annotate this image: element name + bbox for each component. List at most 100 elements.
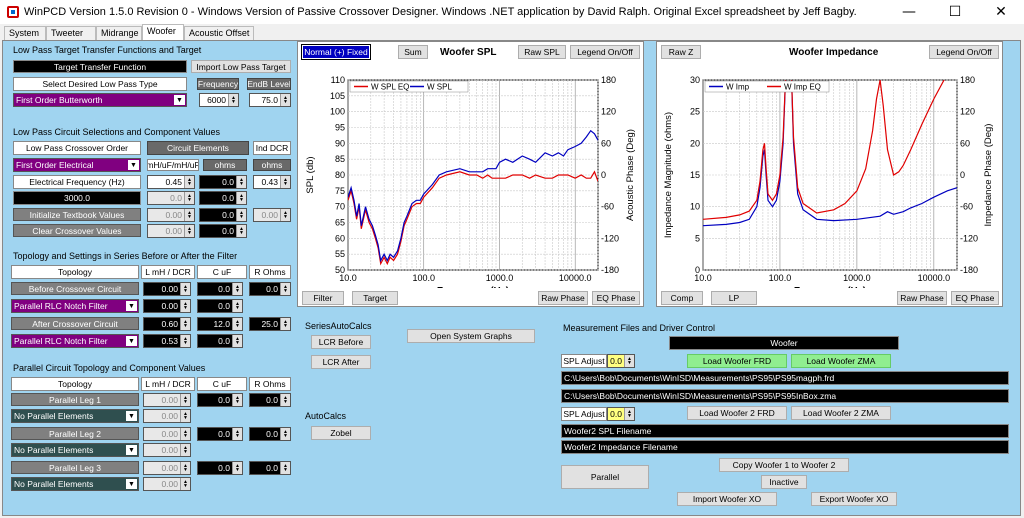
leg2-l-input[interactable]: 0.00 ▲ ▼ (143, 427, 191, 441)
lcr-after-button[interactable]: LCR After (311, 355, 371, 369)
spinner-icon[interactable]: ▲ ▼ (232, 462, 242, 474)
spl-eq-phase-button[interactable]: EQ Phase (592, 291, 640, 305)
ohms-button[interactable]: ohms (203, 159, 247, 171)
target-level-input[interactable]: 75.0 ▲ ▼ (249, 93, 291, 107)
imp-legend-toggle-button[interactable]: Legend On/Off (929, 45, 999, 59)
leg1-dcr-input[interactable]: 0.00 ▲ ▼ (143, 409, 191, 423)
copy-woofer-button[interactable]: Copy Woofer 1 to Woofer 2 (719, 458, 849, 472)
spinner-icon[interactable]: ▲ ▼ (180, 410, 190, 422)
tab-woofer[interactable]: Woofer (142, 24, 184, 40)
spl-adjust-input[interactable]: 0.0 ▲ ▼ (607, 354, 635, 368)
target-button[interactable]: Target (352, 291, 398, 305)
import-woofer-xo-button[interactable]: Import Woofer XO (677, 492, 777, 506)
lcr-before-button[interactable]: LCR Before (311, 335, 371, 349)
spinner-icon[interactable]: ▲ ▼ (280, 462, 290, 474)
component-1-input[interactable]: 0.45 ▲ ▼ (147, 175, 195, 189)
spinner-icon[interactable]: ▲ ▼ (180, 444, 190, 456)
leg3-r-input[interactable]: 0.0 ▲ ▼ (249, 461, 291, 475)
spinner-icon[interactable]: ▲ ▼ (236, 192, 246, 204)
notch2-l-input[interactable]: 0.53 ▲ ▼ (143, 334, 191, 348)
leg1-r-input[interactable]: 0.0 ▲ ▼ (249, 393, 291, 407)
spl-legend-toggle-button[interactable]: Legend On/Off (570, 45, 640, 59)
inactive-button[interactable]: Inactive (761, 475, 807, 489)
spl-raw-phase-button[interactable]: Raw Phase (538, 291, 588, 305)
after-crossover-button[interactable]: After Crossover Circuit (11, 317, 139, 330)
spinner-icon[interactable]: ▲ ▼ (180, 283, 190, 295)
load-woofer2-zma-button[interactable]: Load Woofer 2 ZMA (791, 406, 891, 420)
spinner-icon[interactable]: ▲ ▼ (280, 394, 290, 406)
ind-dcr-input[interactable]: 0.43 ▲ ▼ (253, 175, 291, 189)
initialize-textbook-button[interactable]: Initialize Textbook Values (13, 208, 141, 221)
frequency-button[interactable]: Frequency (197, 78, 239, 90)
target-frequency-input[interactable]: 6000 ▲ ▼ (199, 93, 239, 107)
component-5-input[interactable]: 0.00 ▲ ▼ (147, 208, 195, 222)
parallel-leg-2-button[interactable]: Parallel Leg 2 (11, 427, 139, 440)
normal-fixed-button[interactable]: Normal (+) Fixed (301, 44, 371, 60)
endb-level-button[interactable]: EndB Level (247, 78, 291, 90)
component-7-input[interactable]: 0.00 ▲ ▼ (253, 208, 291, 222)
spinner-icon[interactable]: ▲ ▼ (180, 300, 190, 312)
after-l-input[interactable]: 0.60 ▲ ▼ (143, 317, 191, 331)
spinner-icon[interactable]: ▲ ▼ (184, 192, 194, 204)
after-c-input[interactable]: 12.0 ▲ ▼ (197, 317, 243, 331)
raw-spl-button[interactable]: Raw SPL (518, 45, 566, 59)
lowpass-type-select[interactable]: First Order Butterworth ▼ (13, 93, 187, 107)
tab-system[interactable]: System (4, 26, 46, 40)
spinner-icon[interactable]: ▲ ▼ (184, 209, 194, 221)
component-8-input[interactable]: 0.00 ▲ ▼ (147, 224, 195, 238)
notch-filter-2-select[interactable]: Parallel RLC Notch Filter ▼ (11, 334, 139, 348)
spinner-icon[interactable]: ▲ ▼ (624, 408, 634, 420)
spinner-icon[interactable]: ▲ ▼ (280, 209, 290, 221)
parallel-leg-3-button[interactable]: Parallel Leg 3 (11, 461, 139, 474)
parallel-leg-1-button[interactable]: Parallel Leg 1 (11, 393, 139, 406)
spinner-icon[interactable]: ▲ ▼ (232, 394, 242, 406)
component-9-input[interactable]: 0.0 ▲ ▼ (199, 224, 247, 238)
tab-acoustic-offset[interactable]: Acoustic Offset (184, 26, 254, 40)
component-3-input[interactable]: 0.0 ▲ ▼ (147, 191, 195, 205)
export-woofer-xo-button[interactable]: Export Woofer XO (811, 492, 897, 506)
component-6-input[interactable]: 0.0 ▲ ▼ (199, 208, 247, 222)
before-l-input[interactable]: 0.00 ▲ ▼ (143, 282, 191, 296)
spinner-icon[interactable]: ▲ ▼ (228, 94, 238, 106)
sum-button[interactable]: Sum (398, 45, 428, 59)
spl-adjust-2-input[interactable]: 0.0 ▲ ▼ (607, 407, 635, 421)
spinner-icon[interactable]: ▲ ▼ (624, 355, 634, 367)
notch1-l-input[interactable]: 0.00 ▲ ▼ (143, 299, 191, 313)
imp-raw-phase-button[interactable]: Raw Phase (897, 291, 947, 305)
comp-button[interactable]: Comp (661, 291, 703, 305)
spinner-icon[interactable]: ▲ ▼ (232, 318, 242, 330)
parallel-leg-3-select[interactable]: No Parallel Elements ▼ (11, 477, 139, 491)
leg1-l-input[interactable]: 0.00 ▲ ▼ (143, 393, 191, 407)
parallel-leg-2-select[interactable]: No Parallel Elements ▼ (11, 443, 139, 457)
minimize-icon[interactable]: — (886, 0, 932, 24)
spinner-icon[interactable]: ▲ ▼ (280, 283, 290, 295)
parallel-leg-1-select[interactable]: No Parallel Elements ▼ (11, 409, 139, 423)
circuit-elements-button[interactable]: Circuit Elements (147, 141, 249, 155)
leg2-dcr-input[interactable]: 0.00 ▲ ▼ (143, 443, 191, 457)
spinner-icon[interactable]: ▲ ▼ (180, 428, 190, 440)
import-lowpass-target-button[interactable]: Import Low Pass Target (191, 60, 291, 73)
maximize-icon[interactable]: ☐ (932, 0, 978, 24)
notch2-c-input[interactable]: 0.0 ▲ ▼ (197, 334, 243, 348)
leg3-c-input[interactable]: 0.0 ▲ ▼ (197, 461, 243, 475)
open-system-graphs-button[interactable]: Open System Graphs (407, 329, 535, 343)
spinner-icon[interactable]: ▲ ▼ (180, 478, 190, 490)
before-r-input[interactable]: 0.0 ▲ ▼ (249, 282, 291, 296)
notch1-c-input[interactable]: 0.0 ▲ ▼ (197, 299, 243, 313)
imp-eq-phase-button[interactable]: EQ Phase (951, 291, 999, 305)
clear-crossover-button[interactable]: Clear Crossover Values (13, 224, 141, 237)
spinner-icon[interactable]: ▲ ▼ (232, 335, 242, 347)
leg2-c-input[interactable]: 0.0 ▲ ▼ (197, 427, 243, 441)
parallel-button[interactable]: Parallel (561, 465, 649, 489)
notch-filter-1-select[interactable]: Parallel RLC Notch Filter ▼ (11, 299, 139, 313)
spinner-icon[interactable]: ▲ ▼ (236, 209, 246, 221)
spinner-icon[interactable]: ▲ ▼ (236, 225, 246, 237)
leg3-l-input[interactable]: 0.00 ▲ ▼ (143, 461, 191, 475)
raw-z-button[interactable]: Raw Z (661, 45, 701, 59)
after-r-input[interactable]: 25.0 ▲ ▼ (249, 317, 291, 331)
zobel-button[interactable]: Zobel (311, 426, 371, 440)
spinner-icon[interactable]: ▲ ▼ (280, 176, 290, 188)
component-2-input[interactable]: 0.0 ▲ ▼ (199, 175, 247, 189)
filter-button[interactable]: Filter (302, 291, 344, 305)
spinner-icon[interactable]: ▲ ▼ (236, 176, 246, 188)
